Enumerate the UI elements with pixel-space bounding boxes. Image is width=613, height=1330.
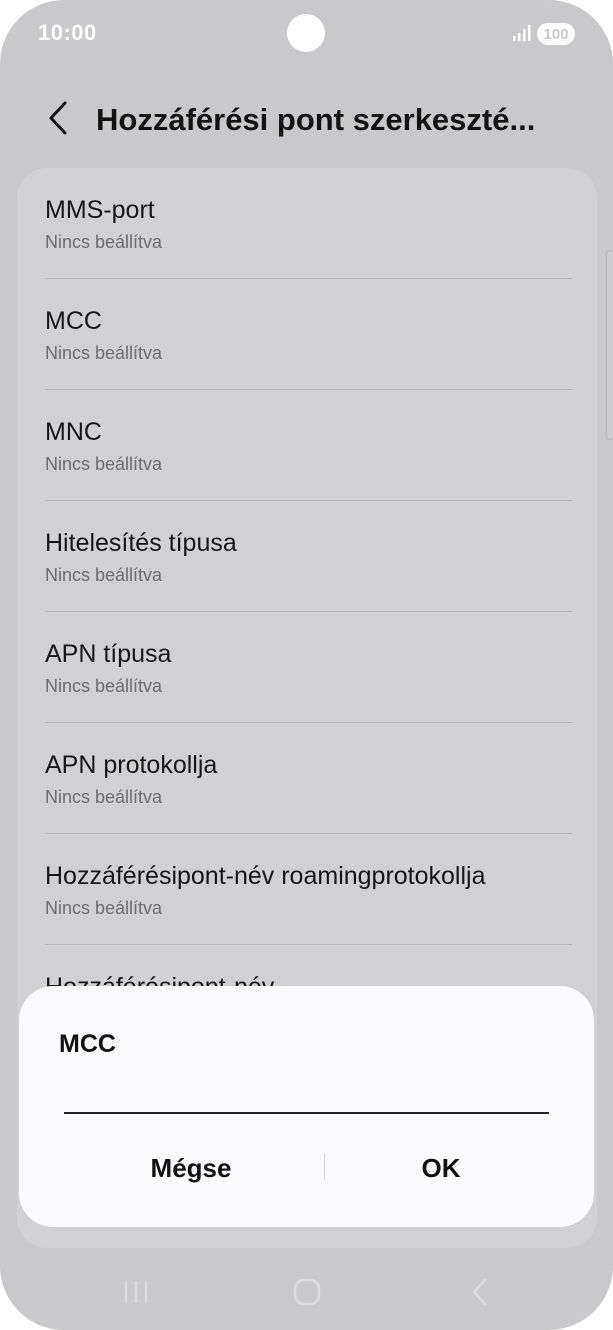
nav-back-button[interactable] bbox=[450, 1270, 510, 1314]
list-item-subtitle: Nincs beállítva bbox=[45, 454, 163, 474]
list-item-mcc[interactable]: MCC Nincs beállítva bbox=[45, 279, 572, 390]
app-header: Hozzáférési pont szerkeszté... bbox=[0, 80, 613, 160]
list-item-apn-type[interactable]: APN típusa Nincs beállítva bbox=[45, 612, 572, 723]
scroll-indicator[interactable] bbox=[606, 250, 613, 440]
list-item-title: MNC bbox=[45, 418, 102, 446]
mcc-dialog: MCC Mégse OK bbox=[19, 986, 594, 1227]
status-time: 10:00 bbox=[38, 20, 97, 45]
chevron-left-icon bbox=[49, 101, 67, 135]
battery-indicator: 100 bbox=[537, 23, 575, 45]
page-title: Hozzáférési pont szerkeszté... bbox=[96, 102, 536, 137]
list-item-subtitle: Nincs beállítva bbox=[45, 343, 163, 363]
list-item-apn-roaming-protocol[interactable]: Hozzáférésipont-név roamingprotokollja N… bbox=[45, 834, 572, 945]
list-item-mms-port[interactable]: MMS-port Nincs beállítva bbox=[45, 168, 572, 279]
list-item-subtitle: Nincs beállítva bbox=[45, 676, 163, 696]
back-icon bbox=[472, 1278, 487, 1306]
list-item-subtitle: Nincs beállítva bbox=[45, 898, 163, 918]
ok-button[interactable]: OK bbox=[311, 1136, 571, 1200]
back-button[interactable] bbox=[40, 98, 76, 138]
signal-icon bbox=[513, 25, 531, 41]
list-item-title: MMS-port bbox=[45, 196, 155, 224]
list-item-subtitle: Nincs beállítva bbox=[45, 232, 163, 252]
cancel-button[interactable]: Mégse bbox=[61, 1136, 321, 1200]
list-item-title: Hozzáférésipont-név roamingprotokollja bbox=[45, 862, 486, 890]
list-item-apn-protocol[interactable]: APN protokollja Nincs beállítva bbox=[45, 723, 572, 834]
phone-screen: 10:00 100 Hozzáférési pont szerkeszté...… bbox=[0, 0, 613, 1330]
list-item-title: APN protokollja bbox=[45, 751, 218, 779]
home-button[interactable] bbox=[277, 1270, 337, 1314]
dialog-title: MCC bbox=[59, 1030, 116, 1058]
list-item-title: Hitelesítés típusa bbox=[45, 529, 237, 557]
list-item-subtitle: Nincs beállítva bbox=[45, 565, 163, 585]
navigation-bar bbox=[0, 1250, 613, 1330]
camera-cutout bbox=[287, 14, 325, 52]
list-item-subtitle: Nincs beállítva bbox=[45, 787, 163, 807]
list-item-title: APN típusa bbox=[45, 640, 172, 668]
mcc-input[interactable] bbox=[64, 1076, 549, 1114]
list-item-auth-type[interactable]: Hitelesítés típusa Nincs beállítva bbox=[45, 501, 572, 612]
recents-icon bbox=[124, 1281, 148, 1303]
list-item-title: MCC bbox=[45, 307, 102, 335]
status-bar: 10:00 100 bbox=[0, 0, 613, 70]
list-item-mnc[interactable]: MNC Nincs beállítva bbox=[45, 390, 572, 501]
home-icon bbox=[293, 1278, 321, 1306]
recents-button[interactable] bbox=[106, 1270, 166, 1314]
